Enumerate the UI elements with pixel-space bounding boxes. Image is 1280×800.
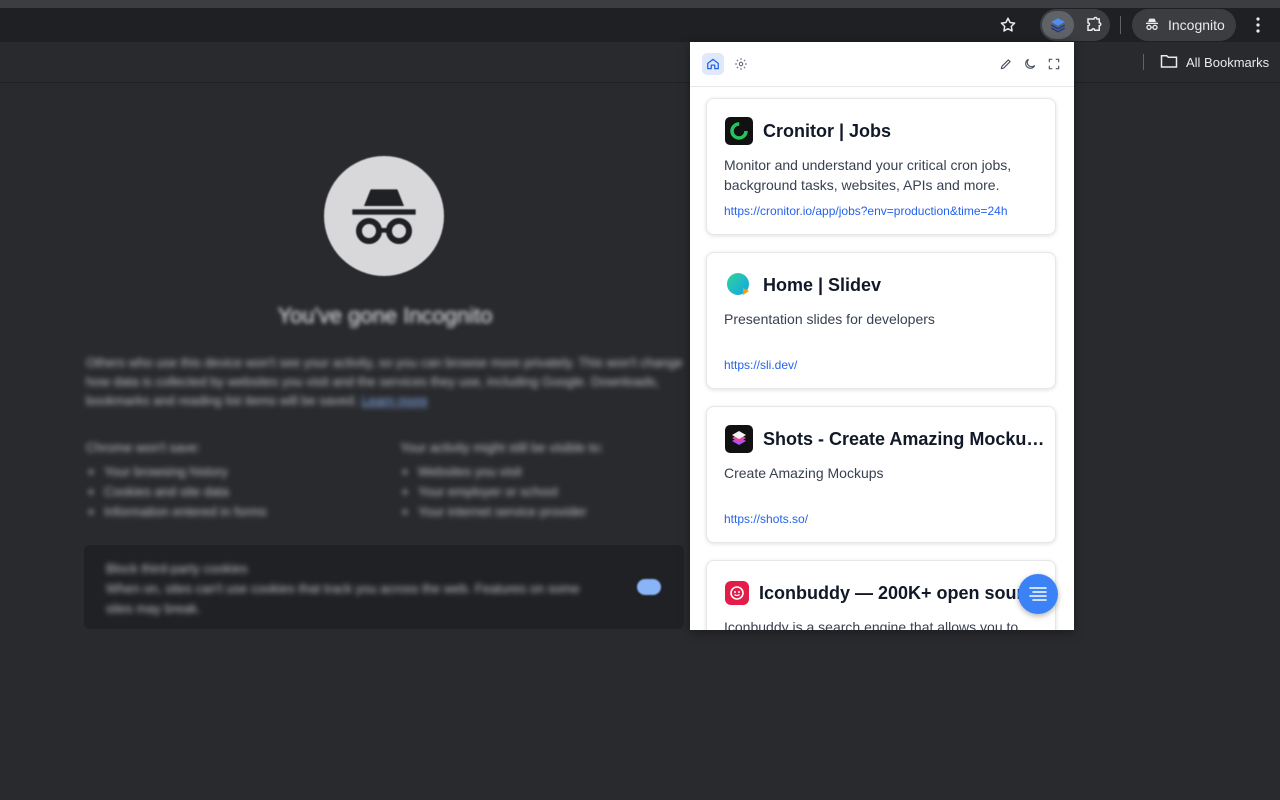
card-title: Shots - Create Amazing Mockups [763,428,1045,449]
all-bookmarks-label: All Bookmarks [1186,54,1270,70]
card-url-link[interactable]: https://sli.dev/ [724,358,1044,372]
incognito-logo-icon [324,156,444,276]
still-visible-heading: Your activity might still be visible to: [400,440,604,455]
bookmark-card-list: Cronitor | Jobs Monitor and understand y… [690,86,1074,630]
cronitor-favicon-icon [725,117,753,145]
card-title: Home | Slidev [763,274,882,295]
card-header: Home | Slidev [725,271,1045,299]
more-menu-icon[interactable] [1248,12,1268,38]
card-description: Create Amazing Mockups [724,465,884,481]
bookmarks-bar [0,42,1280,83]
menu-lines-icon [1029,587,1047,601]
folder-icon [1160,53,1178,72]
list-item: Information entered in forms [104,502,366,522]
card-description: Iconbuddy is a search engine that allows… [724,619,1019,630]
dark-mode-moon-icon[interactable] [1019,53,1041,75]
cookie-description: When on, sites can't use cookies that tr… [106,581,580,616]
incognito-label: Incognito [1168,17,1225,33]
cookie-title: Block third-party cookies [106,561,248,576]
card-url-link[interactable]: https://cronitor.io/app/jobs?env=product… [724,204,1044,218]
cookie-text: Block third-party cookies When on, sites… [106,559,606,619]
incognito-indicator[interactable]: Incognito [1132,9,1236,41]
learn-more-link[interactable]: Learn more [361,393,427,408]
incognito-description: Others who use this device won't see you… [86,353,686,410]
bookmark-card[interactable]: Shots - Create Amazing Mockups Create Am… [706,406,1056,543]
fullscreen-icon[interactable] [1043,53,1065,75]
bookmarks-divider [1143,54,1144,70]
bookmark-extension-icon[interactable] [1042,11,1074,39]
extensions-puzzle-icon[interactable] [1080,12,1108,38]
card-description: Monitor and understand your critical cro… [724,157,1012,193]
page-title: You've gone Incognito [277,303,493,328]
wont-save-column: Chrome won't save: Your browsing history… [86,438,366,522]
slidev-favicon-icon [725,271,753,299]
list-item: Websites you visit [418,462,680,482]
edit-pencil-icon[interactable] [995,53,1017,75]
bookmarks-extension-popup: Cronitor | Jobs Monitor and understand y… [690,42,1074,630]
bookmark-card[interactable]: Home | Slidev Presentation slides for de… [706,252,1056,389]
iconbuddy-favicon-icon [725,581,749,605]
card-url-link[interactable]: https://shots.so/ [724,512,1044,526]
toolbar-divider [1120,16,1121,34]
list-item: Cookies and site data [104,482,366,502]
still-visible-column: Your activity might still be visible to:… [400,438,680,522]
third-party-cookies-panel: Block third-party cookies When on, sites… [84,545,684,629]
card-header: Iconbuddy — 200K+ open source icons [725,579,1045,607]
home-icon[interactable] [702,53,724,75]
card-title: Cronitor | Jobs [763,120,892,141]
all-bookmarks-button[interactable]: All Bookmarks [1160,52,1269,72]
popup-header [690,42,1074,87]
wont-save-heading: Chrome won't save: [86,440,201,455]
bookmark-card[interactable]: Iconbuddy — 200K+ open source icons Icon… [706,560,1056,630]
bookmark-card[interactable]: Cronitor | Jobs Monitor and understand y… [706,98,1056,235]
incognito-icon [1144,16,1160,35]
list-item: Your browsing history [104,462,366,482]
card-header: Shots - Create Amazing Mockups [725,425,1045,453]
list-item: Your employer or school [418,482,680,502]
card-header: Cronitor | Jobs [725,117,1045,145]
card-description: Presentation slides for developers [724,311,935,327]
shots-favicon-icon [725,425,753,453]
cookie-toggle[interactable] [637,579,661,595]
card-title: Iconbuddy — 200K+ open source icons [759,582,1045,603]
list-item: Your internet service provider [418,502,680,522]
menu-fab-button[interactable] [1018,574,1058,614]
settings-gear-icon[interactable] [730,53,752,75]
incognito-new-tab-page: You've gone Incognito Others who use thi… [0,83,690,800]
tab-strip [0,0,1280,8]
bookmark-star-icon[interactable] [994,12,1022,38]
